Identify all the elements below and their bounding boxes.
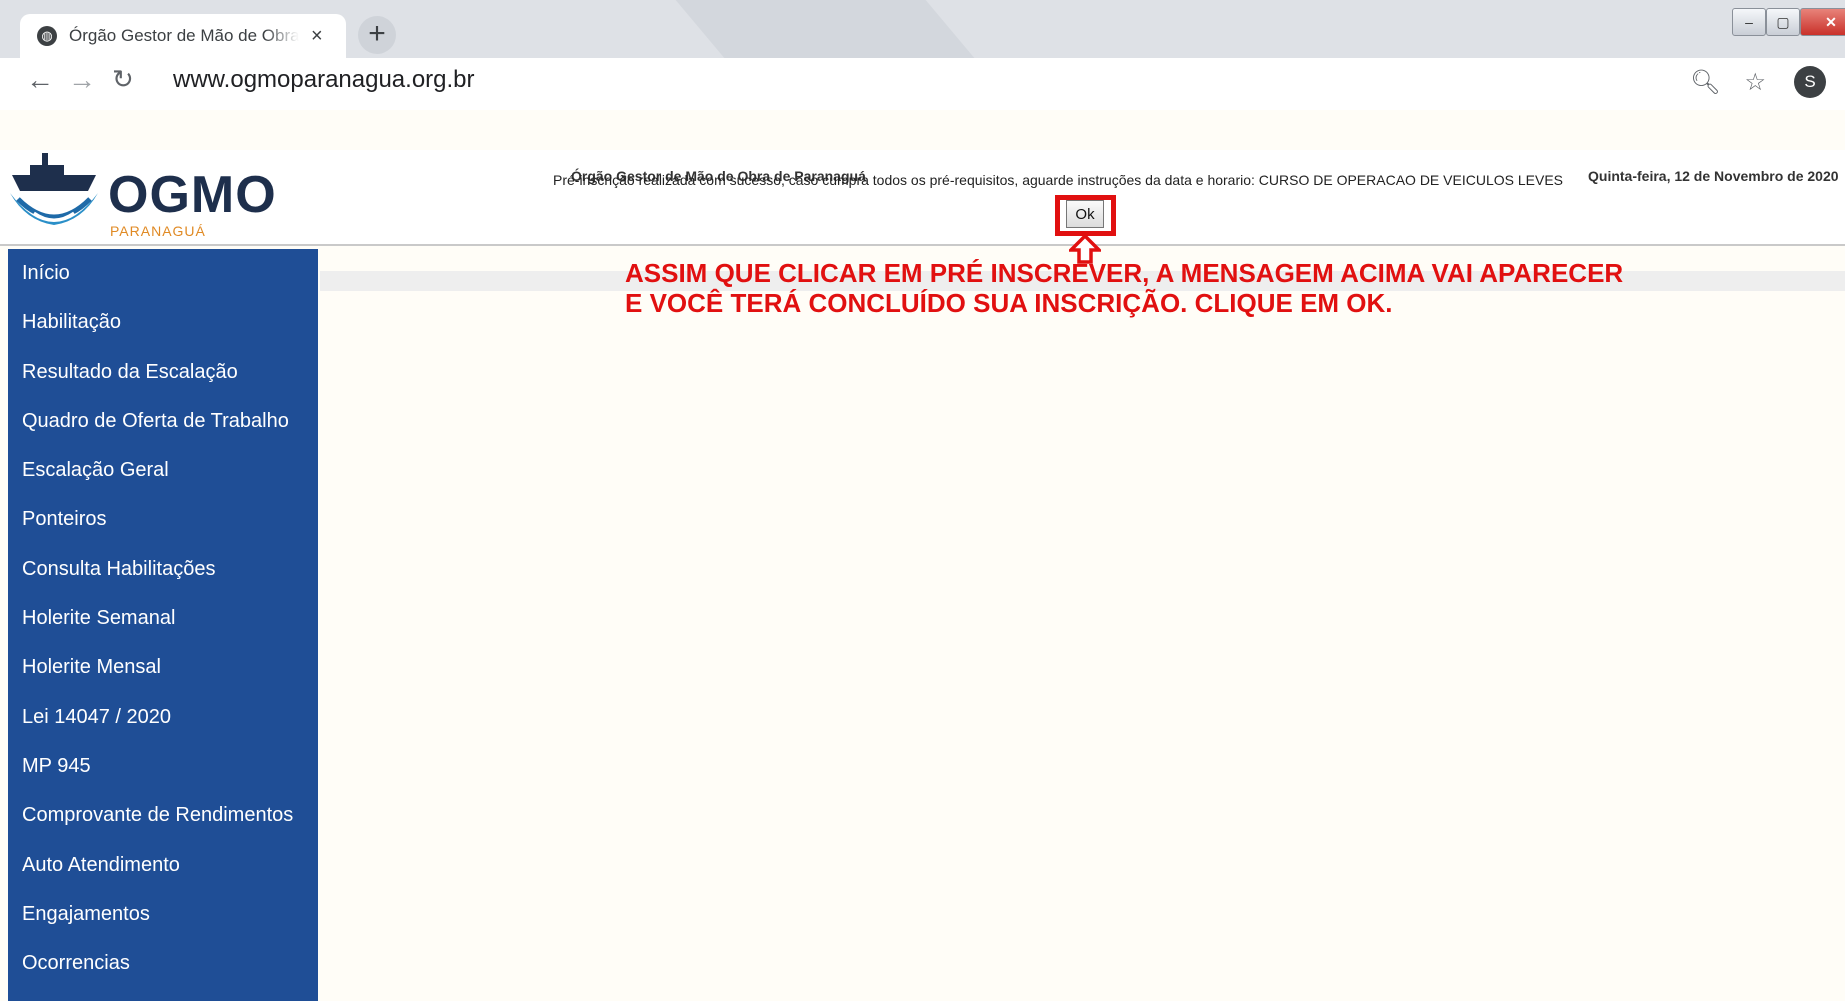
sidebar-item-ocorrencias[interactable]: Ocorrencias: [8, 939, 318, 988]
sidebar-item-engajamentos[interactable]: Engajamentos: [8, 890, 318, 939]
zoom-icon[interactable]: 🔍︎: [1690, 68, 1720, 97]
sidebar-item-habilitacao[interactable]: Habilitação: [8, 298, 318, 347]
sidebar-item-quadro-oferta[interactable]: Quadro de Oferta de Trabalho: [8, 397, 318, 446]
sidebar-item-holerite-semanal[interactable]: Holerite Semanal: [8, 594, 318, 643]
maximize-button[interactable]: ▢: [1766, 8, 1800, 36]
annotation-line-1: ASSIM QUE CLICAR EM PRÉ INSCREVER, A MEN…: [625, 258, 1624, 288]
menu-dots-icon[interactable]: ⋮: [1836, 70, 1845, 96]
logo-wordmark: OGMO: [108, 166, 277, 224]
sidebar-menu: Início Habilitação Resultado da Escalaçã…: [8, 249, 318, 1001]
star-icon[interactable]: ☆: [1744, 68, 1766, 97]
sidebar-item-ponteiros[interactable]: Ponteiros: [8, 495, 318, 544]
logo-subtext: PARANAGUÁ: [110, 223, 206, 239]
window-controls: – ▢ ✕: [1732, 8, 1845, 36]
site-header: OGMO PARANAGUÁ Órgão Gestor de Mão de Ob…: [0, 150, 1845, 246]
sidebar-item-holerite-mensal[interactable]: Holerite Mensal: [8, 643, 318, 692]
tab-strip-decoration: [675, 0, 975, 58]
sidebar-item-lei-14047[interactable]: Lei 14047 / 2020: [8, 693, 318, 742]
new-tab-button[interactable]: +: [358, 16, 396, 54]
reload-icon[interactable]: ↻: [112, 64, 134, 95]
browser-tab-strip: ◍ Órgão Gestor de Mão de Obra de Paranag…: [0, 0, 1845, 58]
close-tab-icon[interactable]: ×: [311, 25, 323, 48]
browser-toolbar: ← → ↻ www.ogmoparanagua.org.br 🔍︎ ☆ S: [0, 58, 1845, 110]
sidebar-item-consulta-habilitacoes[interactable]: Consulta Habilitações: [8, 545, 318, 594]
web-page: OGMO PARANAGUÁ Órgão Gestor de Mão de Ob…: [0, 110, 1845, 1001]
current-date: Quinta-feira, 12 de Novembro de 2020: [1588, 168, 1839, 184]
browser-tab[interactable]: ◍ Órgão Gestor de Mão de Obra de Paranag…: [20, 14, 346, 58]
profile-avatar[interactable]: S: [1793, 66, 1826, 98]
minimize-button[interactable]: –: [1732, 8, 1766, 36]
back-icon[interactable]: ←: [26, 64, 54, 96]
sidebar-item-resultado-escalacao[interactable]: Resultado da Escalação: [8, 348, 318, 397]
toolbar-actions: 🔍︎ ☆ S: [1690, 66, 1826, 98]
sidebar-item-comprovante-rendimentos[interactable]: Comprovante de Rendimentos: [8, 791, 318, 840]
address-bar[interactable]: www.ogmoparanagua.org.br: [173, 66, 475, 94]
sidebar-item-escalacao-geral[interactable]: Escalação Geral: [8, 446, 318, 495]
sidebar-item-auto-atendimento[interactable]: Auto Atendimento: [8, 841, 318, 890]
instruction-annotation: ASSIM QUE CLICAR EM PRÉ INSCREVER, A MEN…: [625, 258, 1623, 318]
success-message: Pré-inscrição realizada com sucesso, cas…: [553, 172, 1563, 188]
sidebar-item-mp-945[interactable]: MP 945: [8, 742, 318, 791]
annotation-line-2: E VOCÊ TERÁ CONCLUÍDO SUA INSCRIÇÃO. CLI…: [625, 288, 1393, 318]
globe-icon: ◍: [37, 26, 57, 46]
tab-title: Órgão Gestor de Mão de Obra de Paranaguá: [69, 26, 299, 45]
ship-emblem-icon: [10, 153, 98, 225]
ogmo-logo[interactable]: OGMO PARANAGUÁ: [8, 151, 308, 243]
sidebar-item-inicio[interactable]: Início: [8, 249, 318, 298]
forward-icon[interactable]: →: [68, 64, 96, 96]
close-window-button[interactable]: ✕: [1800, 8, 1845, 36]
ok-button[interactable]: Ok: [1066, 200, 1104, 228]
